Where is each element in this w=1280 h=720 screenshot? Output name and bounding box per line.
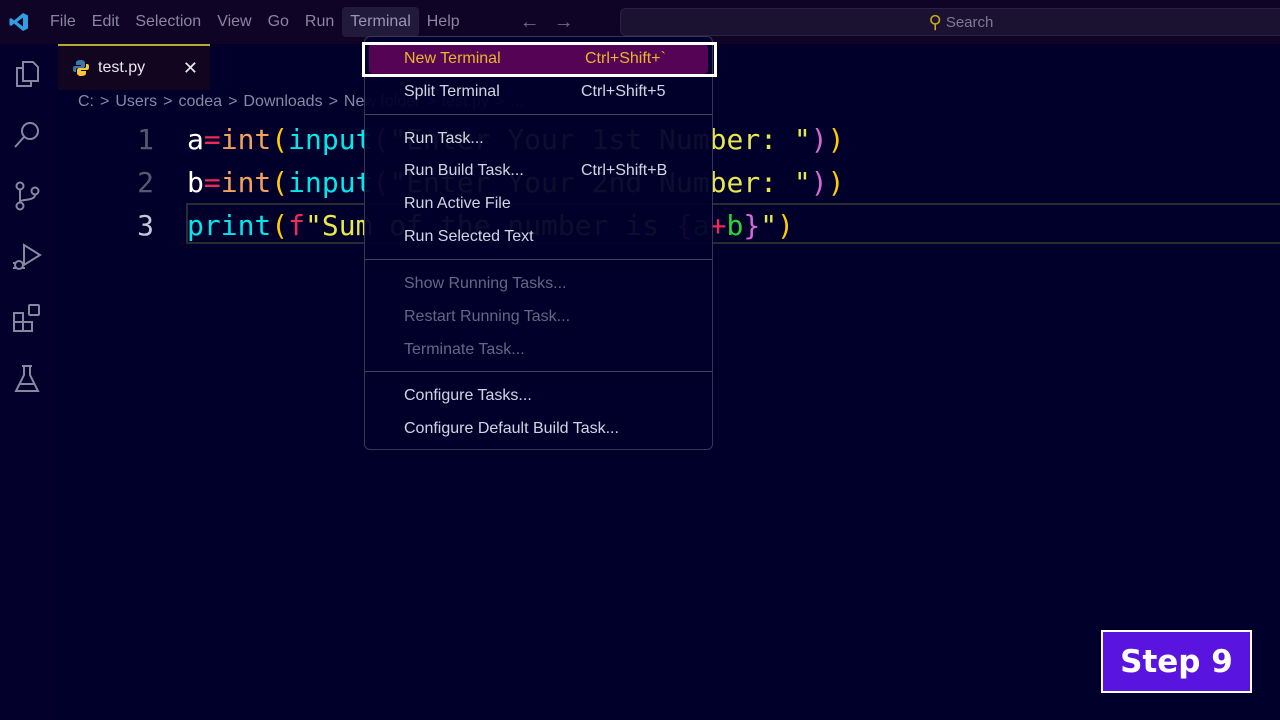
menu-separator — [365, 259, 712, 260]
code-token: " — [760, 209, 778, 242]
code-token: b — [726, 209, 744, 242]
search-icon[interactable] — [11, 119, 43, 151]
menu-item-label: Run Selected Text — [404, 228, 534, 245]
menu-separator — [365, 371, 712, 372]
menu-item-terminate-task: Terminate Task... — [369, 335, 708, 365]
menu-view[interactable]: View — [209, 7, 259, 37]
code-token: int — [220, 123, 272, 156]
activity-bar — [0, 44, 56, 720]
code-token: f — [288, 209, 306, 242]
code-token: input — [288, 166, 373, 199]
shortcut: Ctrl+Shift+B — [581, 162, 668, 179]
nav-arrows: ← → — [520, 11, 574, 34]
menu-selection[interactable]: Selection — [127, 7, 209, 37]
menu-item-configure-tasks[interactable]: Configure Tasks... — [369, 381, 708, 411]
code-token: input — [288, 123, 373, 156]
code-token: print — [187, 209, 272, 242]
menu-item-label: Run Build Task... — [404, 162, 524, 179]
chevron-right-icon: > — [163, 93, 173, 110]
menu-item-label: Run Active File — [404, 195, 511, 212]
menu-item-run-selected-text[interactable]: Run Selected Text — [369, 222, 708, 252]
chevron-right-icon: > — [228, 93, 238, 110]
chevron-right-icon: > — [328, 93, 338, 110]
menu-terminal[interactable]: Terminal — [342, 7, 419, 37]
menu-go[interactable]: Go — [260, 7, 297, 37]
arrow-right-icon[interactable]: → — [554, 11, 574, 34]
code-token: ) — [810, 123, 828, 156]
tutorial-highlight-frame — [362, 42, 717, 77]
code-token: ( — [271, 209, 289, 242]
code-line: 3 print(f"Sum of the number is {a+b}") — [56, 204, 794, 247]
code-token: = — [203, 123, 221, 156]
code-line: 2 b=int(input("Enter Your 2nd Number: ")… — [56, 161, 844, 204]
code-token: ( — [271, 123, 289, 156]
search-icon: ⚲ — [928, 11, 942, 32]
step-badge: Step 9 — [1101, 630, 1252, 693]
code-token: a — [187, 123, 204, 156]
menu-item-label: Restart Running Task... — [404, 308, 571, 325]
menu-item-label: Terminate Task... — [404, 341, 525, 358]
menu-item-label: Run Task... — [404, 130, 484, 147]
breadcrumb-item[interactable]: C: — [78, 93, 94, 111]
code-token: = — [203, 166, 221, 199]
line-number: 3 — [137, 209, 154, 242]
menu-run[interactable]: Run — [297, 7, 342, 37]
menu-item-label: Show Running Tasks... — [404, 275, 567, 292]
menu-item-label: Configure Tasks... — [404, 387, 532, 404]
close-icon[interactable]: ✕ — [183, 58, 198, 79]
menu-item-label: Split Terminal — [404, 83, 500, 100]
code-token: int — [220, 166, 272, 199]
menu-item-restart-running-task: Restart Running Task... — [369, 302, 708, 332]
shortcut: Ctrl+Shift+5 — [581, 83, 666, 100]
code-token: ) — [810, 166, 828, 199]
testing-icon[interactable] — [11, 363, 43, 395]
menu-file[interactable]: File — [42, 7, 84, 37]
code-token: ) — [777, 209, 794, 242]
extensions-icon[interactable] — [11, 302, 43, 334]
tab-test-py[interactable]: test.py ✕ — [58, 44, 210, 90]
breadcrumb-item[interactable]: Users — [115, 93, 157, 111]
chevron-right-icon: > — [100, 93, 110, 110]
search-placeholder: Search — [945, 13, 994, 31]
code-token: } — [743, 209, 761, 242]
breadcrumb-item[interactable]: Downloads — [243, 93, 322, 111]
menu-item-label: Configure Default Build Task... — [404, 420, 619, 437]
menu-edit[interactable]: Edit — [84, 7, 128, 37]
menu-separator — [365, 114, 712, 115]
menu-item-split-terminal[interactable]: Split Terminal Ctrl+Shift+5 — [369, 77, 708, 107]
menu-item-run-task[interactable]: Run Task... — [369, 124, 708, 154]
menu-help[interactable]: Help — [419, 7, 468, 37]
line-number: 2 — [137, 166, 154, 199]
code-token: b — [187, 166, 204, 199]
run-debug-icon[interactable] — [11, 241, 43, 273]
arrow-left-icon[interactable]: ← — [520, 11, 540, 34]
python-icon — [73, 60, 89, 76]
line-number: 1 — [137, 123, 154, 156]
code-line: 1 a=int(input("Enter Your 1st Number: ")… — [56, 118, 844, 161]
menu-item-configure-default-build-task[interactable]: Configure Default Build Task... — [369, 414, 708, 444]
command-search[interactable]: ⚲ Search — [620, 8, 1280, 36]
menu-item-show-running-tasks: Show Running Tasks... — [369, 269, 708, 299]
code-token: ) — [827, 166, 845, 199]
terminal-menu-dropdown: New Terminal Ctrl+Shift+` Split Terminal… — [364, 36, 713, 450]
menu-item-run-active-file[interactable]: Run Active File — [369, 189, 708, 219]
source-control-icon[interactable] — [11, 180, 43, 212]
vscode-logo-icon — [0, 0, 38, 44]
explorer-icon[interactable] — [11, 58, 43, 90]
code-token: ( — [271, 166, 289, 199]
menu-item-run-build-task[interactable]: Run Build Task... Ctrl+Shift+B — [369, 156, 708, 186]
code-token: ) — [827, 123, 845, 156]
tab-label: test.py — [98, 59, 146, 76]
breadcrumb-item[interactable]: codea — [178, 93, 222, 111]
